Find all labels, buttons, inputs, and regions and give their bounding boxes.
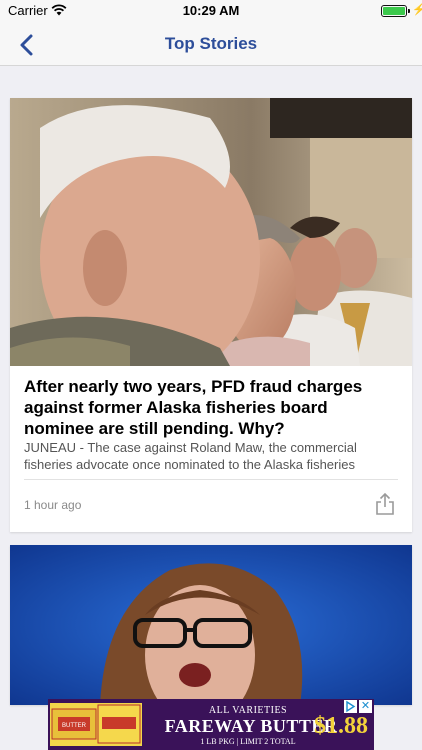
story-card[interactable]: After nearly two years, PFD fraud charge… — [10, 98, 412, 532]
share-icon[interactable] — [374, 492, 396, 516]
story-photo[interactable] — [10, 545, 412, 705]
ad-close-icon[interactable]: ✕ — [359, 700, 372, 713]
svg-text:BUTTER: BUTTER — [62, 723, 87, 729]
battery-icon — [381, 5, 407, 17]
ad-choices-icon[interactable] — [344, 700, 357, 713]
story-timestamp: 1 hour ago — [24, 498, 82, 512]
charging-icon: ⚡ — [412, 4, 422, 16]
card-divider — [24, 479, 398, 480]
status-bar: Carrier 10:29 AM ⚡ — [0, 0, 422, 22]
ad-banner[interactable]: BUTTER ALL VARIETIES FAREWAY BUTTER 1 LB… — [48, 699, 374, 750]
butter-package-image: BUTTER — [50, 703, 142, 746]
story-card[interactable] — [10, 545, 412, 705]
clock: 10:29 AM — [182, 3, 240, 18]
battery-level — [383, 7, 405, 15]
ad-price: $1.88 — [314, 713, 368, 739]
story-headline[interactable]: After nearly two years, PFD fraud charge… — [24, 376, 402, 439]
page-title: Top Stories — [164, 34, 258, 53]
navigation-bar: Top Stories — [0, 22, 422, 66]
story-excerpt: JUNEAU - The case against Roland Maw, th… — [24, 440, 357, 472]
story-photo[interactable] — [10, 98, 412, 366]
battery-tip — [408, 9, 410, 13]
